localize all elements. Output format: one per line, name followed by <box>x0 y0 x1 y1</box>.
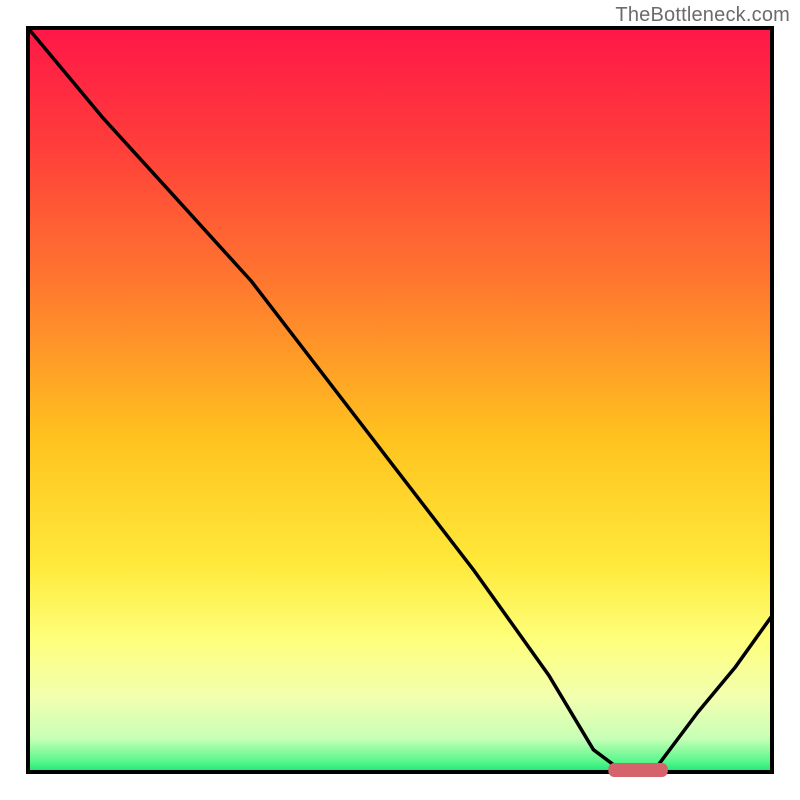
watermark-text: TheBottleneck.com <box>615 4 790 27</box>
plot-area <box>28 28 772 777</box>
bottleneck-chart <box>0 0 800 800</box>
optimal-range-marker <box>608 763 668 777</box>
chart-container: { "watermark": "TheBottleneck.com", "col… <box>0 0 800 800</box>
plot-background <box>28 28 772 772</box>
